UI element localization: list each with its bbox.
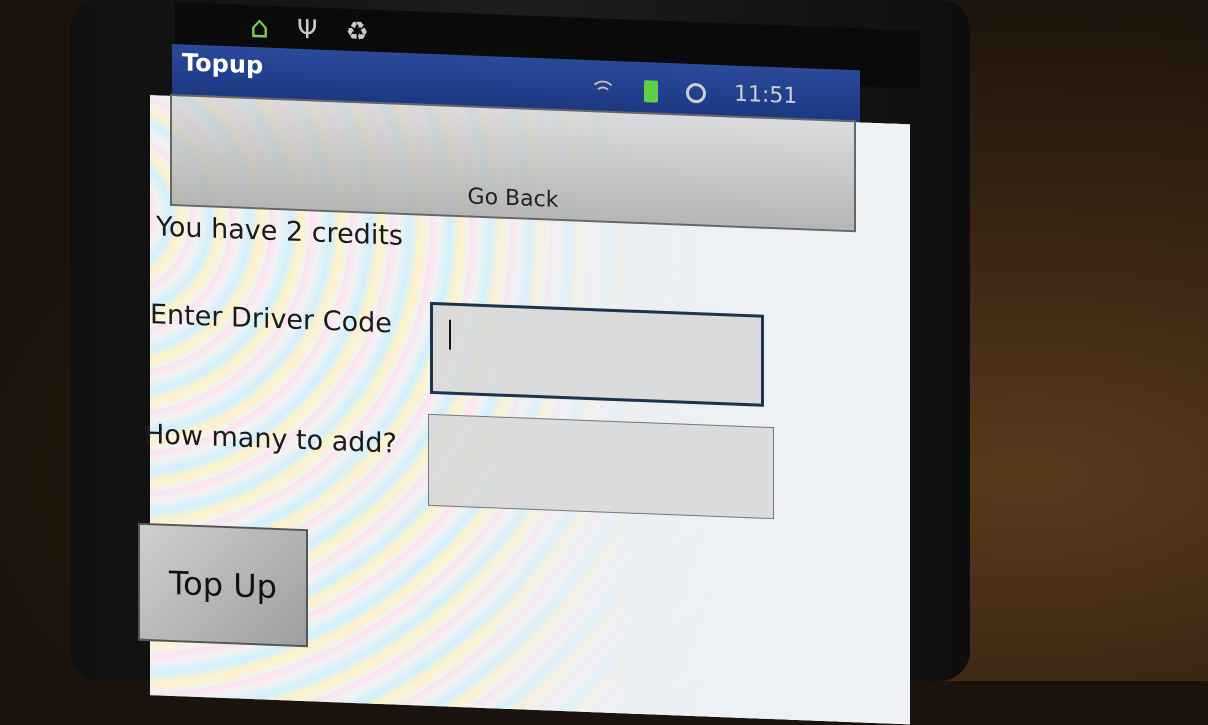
- app-title: Topup: [182, 48, 264, 80]
- notification-icons: ⌂ Ψ ♻: [250, 9, 369, 48]
- status-clock: 11:51: [734, 81, 798, 110]
- phone-screen: ⌂ Ψ ♻ Topup 11:51 Go Back You have 2 cre…: [120, 0, 920, 725]
- top-up-button[interactable]: Top Up: [138, 522, 308, 648]
- usb-icon: Ψ: [297, 14, 318, 46]
- recycle-icon: ♻: [345, 16, 369, 48]
- text-cursor: [449, 319, 451, 350]
- wifi-icon: [590, 79, 616, 107]
- battery-charging-icon: [644, 79, 658, 103]
- alarm-icon: [686, 82, 706, 104]
- amount-input[interactable]: [428, 413, 774, 520]
- home-icon: ⌂: [250, 9, 270, 46]
- driver-code-input[interactable]: [430, 301, 764, 407]
